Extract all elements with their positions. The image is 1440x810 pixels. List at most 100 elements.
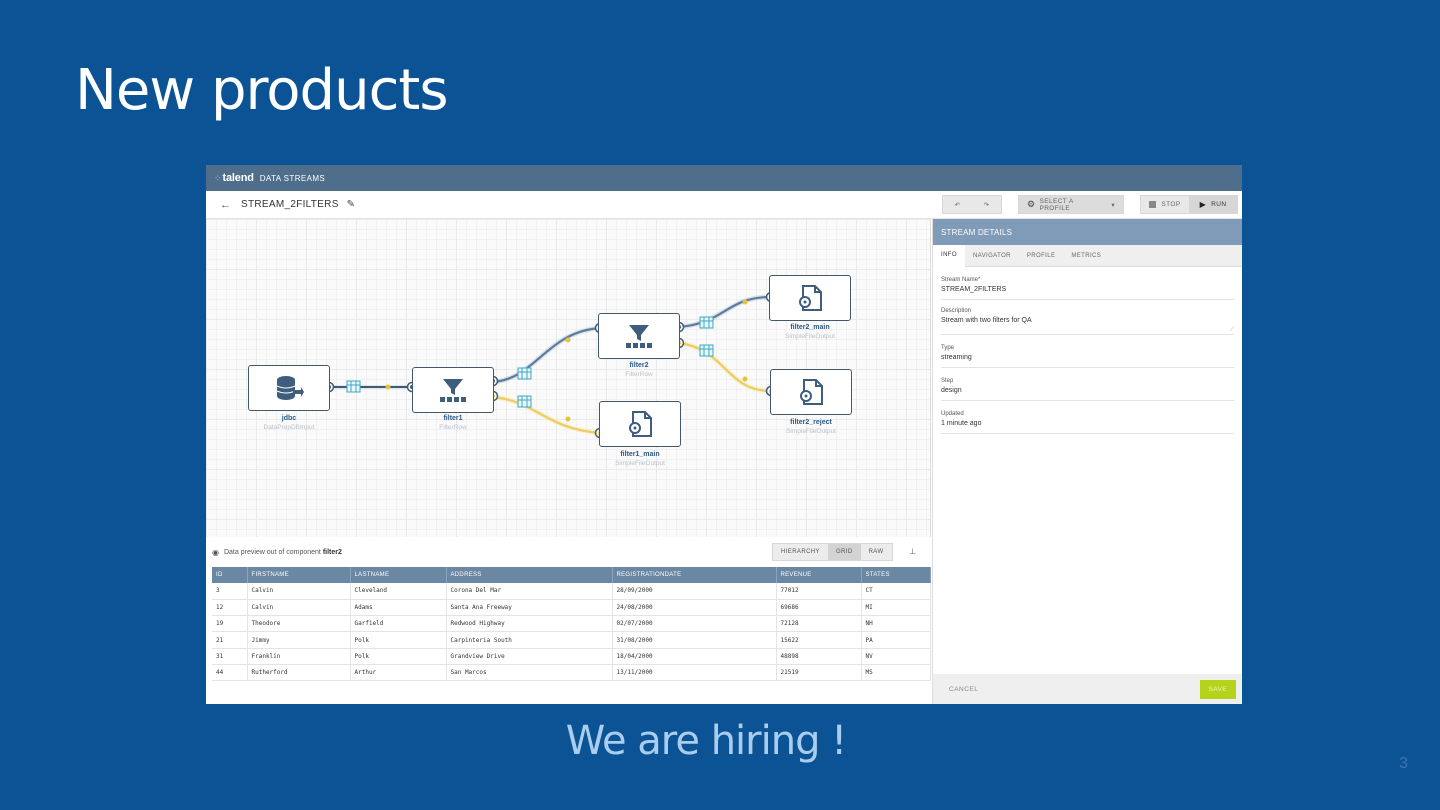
col-lastname[interactable]: LASTNAME bbox=[350, 567, 447, 583]
node-filter2-reject[interactable] bbox=[770, 369, 852, 415]
table-row[interactable]: 44 Rutherford Arthur San Marcos 13/11/2000 21… bbox=[212, 664, 931, 682]
pipeline-canvas[interactable]: jdbc DataPrepDBInput filter1 FilterRow f… bbox=[206, 219, 931, 537]
edit-pencil-icon[interactable]: ✎ bbox=[347, 199, 355, 210]
preview-table: ID FIRSTNAME LASTNAME ADDRESS REGISTRATI… bbox=[212, 567, 931, 682]
slide-title: New products bbox=[75, 58, 449, 123]
node-filter2-main-type: SimpleFileOutput bbox=[785, 333, 835, 340]
details-header: STREAM DETAILS bbox=[933, 219, 1242, 245]
cell: PA bbox=[861, 631, 931, 649]
cell: 3 bbox=[212, 583, 248, 600]
database-icon bbox=[276, 376, 304, 400]
cell: MI bbox=[861, 599, 931, 617]
cell: San Marcos bbox=[446, 664, 613, 682]
col-revenue[interactable]: REVENUE bbox=[776, 567, 862, 583]
tab-metrics[interactable]: METRICS bbox=[1063, 245, 1109, 267]
node-filter1[interactable] bbox=[412, 367, 494, 413]
stop-button[interactable]: STOP bbox=[1141, 196, 1189, 213]
funnel-icon bbox=[626, 325, 652, 348]
description-field: Description Stream with two filters for … bbox=[933, 308, 1242, 335]
node-filter2-reject-label: filter2_reject bbox=[790, 419, 832, 426]
cell: Rutherford bbox=[247, 664, 351, 682]
stream-name-field: Stream Name* STREAM_2FILTERS bbox=[933, 277, 1242, 300]
table-row[interactable]: 12 Calvin Adams Santa Ana Freeway 24/08/2000… bbox=[212, 599, 931, 617]
type-value[interactable]: streaming bbox=[941, 354, 1234, 368]
col-firstname[interactable]: FIRSTNAME bbox=[247, 567, 351, 583]
cell: Theodore bbox=[247, 615, 351, 633]
undo-arrow-icon[interactable]: ↶ bbox=[943, 196, 972, 213]
select-profile-dropdown[interactable]: ⚙ SELECT A PROFILE ▾ bbox=[1018, 195, 1124, 214]
node-filter2-reject-type: SimpleFileOutput bbox=[786, 428, 836, 435]
step-value[interactable]: design bbox=[941, 387, 1234, 401]
cell: Calvin bbox=[247, 599, 351, 617]
table-row[interactable]: 21 Jimmy Polk Carpinteria South 31/08/2000 15… bbox=[212, 631, 931, 649]
node-jdbc[interactable] bbox=[248, 365, 330, 411]
pin-icon[interactable]: ⊥ bbox=[909, 547, 916, 556]
cell: Arthur bbox=[350, 664, 447, 682]
cell: Cleveland bbox=[350, 583, 447, 600]
cell: Redwood Highway bbox=[446, 615, 613, 633]
cell: Corona Del Mar bbox=[446, 583, 613, 600]
table-row[interactable]: 3 Calvin Cleveland Corona Del Mar 28/09/2000… bbox=[212, 583, 931, 600]
col-address[interactable]: ADDRESS bbox=[446, 567, 613, 583]
cell: 44 bbox=[212, 664, 248, 682]
data-streams-app: ⁘ talend DATA STREAMS ← STREAM_2FILTERS … bbox=[206, 165, 1242, 704]
cell: 18/04/2000 bbox=[612, 648, 777, 665]
stream-name-label: Stream Name* bbox=[941, 277, 981, 283]
cell: MS bbox=[861, 664, 931, 682]
preview-caption-text: Data preview out of component bbox=[223, 548, 321, 556]
cell: NH bbox=[861, 615, 931, 633]
undo-redo-group: ↶ ↷ bbox=[942, 195, 1002, 214]
col-id[interactable]: ID bbox=[212, 567, 248, 583]
tab-profile[interactable]: PROFILE bbox=[1019, 245, 1063, 267]
save-button[interactable]: SAVE bbox=[1199, 679, 1236, 699]
node-filter1-type: FilterRow bbox=[439, 424, 467, 431]
preview-component-name: filter2 bbox=[322, 548, 342, 556]
table-header-row: ID FIRSTNAME LASTNAME ADDRESS REGISTRATI… bbox=[212, 567, 931, 583]
table-row[interactable]: 31 Franklin Polk Grandview Drive 18/04/2000 4… bbox=[212, 648, 931, 665]
stream-title: STREAM_2FILTERS bbox=[241, 199, 339, 210]
play-icon: ▶ bbox=[1199, 200, 1207, 209]
run-stop-group: STOP ▶ RUN bbox=[1140, 195, 1238, 214]
node-jdbc-label: jdbc bbox=[281, 415, 297, 422]
run-button[interactable]: ▶ RUN bbox=[1189, 196, 1237, 213]
cell: 24/08/2000 bbox=[612, 599, 777, 617]
cell: 77012 bbox=[776, 583, 862, 600]
node-filter1-label: filter1 bbox=[443, 415, 463, 422]
cell: 72128 bbox=[776, 615, 862, 633]
cancel-button[interactable]: CANCEL bbox=[949, 686, 978, 693]
view-raw[interactable]: RAW bbox=[861, 544, 892, 560]
description-value: Stream with two filters for QA bbox=[941, 317, 1032, 324]
tab-navigator[interactable]: NAVIGATOR bbox=[965, 245, 1019, 267]
step-field: Step design bbox=[933, 378, 1242, 401]
node-filter2[interactable] bbox=[598, 313, 680, 359]
run-label: RUN bbox=[1211, 201, 1227, 208]
cell: 48898 bbox=[776, 648, 862, 665]
data-preview-panel: ◉ Data preview out of component filter2 … bbox=[206, 537, 931, 704]
cell: NV bbox=[861, 648, 931, 665]
select-profile-label: SELECT A PROFILE bbox=[1039, 197, 1074, 212]
tab-info[interactable]: INFO bbox=[933, 244, 965, 267]
view-hierarchy[interactable]: HIERARCHY bbox=[773, 544, 828, 560]
view-grid[interactable]: GRID bbox=[827, 544, 861, 560]
resize-handle-icon[interactable]: ⟋ bbox=[1230, 327, 1234, 334]
app-logo[interactable]: talend bbox=[223, 172, 254, 184]
node-filter2-main[interactable] bbox=[769, 275, 851, 321]
cell: Santa Ana Freeway bbox=[446, 599, 613, 617]
stop-label: STOP bbox=[1161, 201, 1181, 208]
updated-field: Updated 1 minute ago bbox=[933, 411, 1242, 434]
updated-label: Updated bbox=[941, 411, 964, 417]
col-registrationdate[interactable]: REGISTRATIONDATE bbox=[612, 567, 777, 583]
stream-name-input[interactable]: STREAM_2FILTERS bbox=[941, 286, 1234, 300]
back-arrow-icon[interactable]: ← bbox=[220, 199, 231, 211]
cell: 28/09/2000 bbox=[612, 583, 777, 600]
type-field: Type streaming bbox=[933, 345, 1242, 368]
col-states[interactable]: STATES bbox=[861, 567, 931, 583]
cell: Jimmy bbox=[247, 631, 351, 649]
node-filter1-main[interactable] bbox=[599, 401, 681, 447]
eye-icon: ◉ bbox=[212, 547, 219, 557]
description-textarea[interactable]: Stream with two filters for QA ⟋ bbox=[941, 317, 1234, 335]
details-footer: CANCEL SAVE bbox=[933, 674, 1242, 704]
cell: 13/11/2000 bbox=[612, 664, 777, 682]
redo-arrow-icon[interactable]: ↷ bbox=[972, 196, 1001, 213]
table-row[interactable]: 19 Theodore Garfield Redwood Highway 02/07/2… bbox=[212, 615, 931, 633]
